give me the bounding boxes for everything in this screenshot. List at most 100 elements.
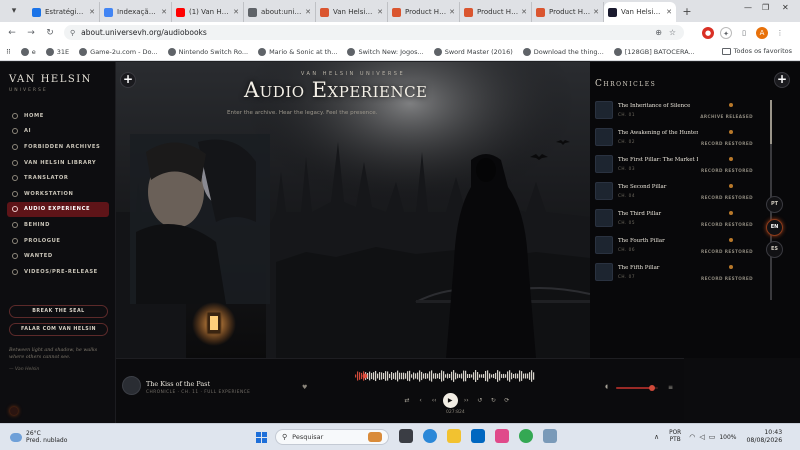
tab-close-icon[interactable]: ✕	[161, 8, 167, 16]
bookmark-item[interactable]: Download the thing...	[522, 47, 604, 56]
language-button-en[interactable]: EN	[766, 219, 783, 236]
language-button-es[interactable]: ES	[766, 241, 783, 258]
chronicle-item[interactable]: The Third Pillar CH. 05 RECORD RESTORED	[595, 208, 755, 235]
chronicle-item[interactable]: The First Pillar: The Market Is N... CH. …	[595, 154, 755, 181]
speaker-icon[interactable]: ◁	[699, 433, 704, 441]
bookmark-item[interactable]: [128GB] BATOCERA...	[613, 47, 695, 56]
sidebar-item-van-helsin-library[interactable]: VAN HELSIN LIBRARY	[7, 155, 109, 171]
shuffle-icon[interactable]: ⇄	[402, 397, 412, 404]
sidebar-item-prologue[interactable]: PROLOGUE	[7, 233, 109, 249]
extension-icon[interactable]: ●	[702, 26, 714, 39]
tab-close-icon[interactable]: ✕	[305, 8, 311, 16]
add-chronicle-button[interactable]: +	[774, 72, 790, 88]
store-icon[interactable]	[495, 429, 509, 443]
new-tab-button[interactable]: +	[680, 2, 694, 22]
bookmark-item[interactable]: e	[20, 47, 36, 56]
browser-tab[interactable]: (1) Van Helsin✕	[172, 2, 244, 22]
tab-close-icon[interactable]: ✕	[89, 8, 95, 16]
sidebar-item-home[interactable]: HOME	[7, 108, 109, 124]
taskbar-search[interactable]: ⚲ Pesquisar	[275, 429, 389, 445]
profile-avatar[interactable]: A	[756, 26, 768, 39]
language-button-pt[interactable]: PT	[766, 196, 783, 213]
volume-icon[interactable]: ◖	[605, 384, 608, 390]
forward-icon[interactable]: →	[24, 26, 38, 40]
bookmark-star-icon[interactable]: ☆	[669, 28, 676, 37]
sidebar-item-forbidden-archives[interactable]: FORBIDDEN ARCHIVES	[7, 139, 109, 155]
replay-icon[interactable]: ↺	[475, 397, 485, 404]
chrome-icon[interactable]	[519, 429, 533, 443]
sidebar-item-ai[interactable]: AI	[7, 124, 109, 140]
edge-icon[interactable]	[423, 429, 437, 443]
skip-icon[interactable]: ↻	[488, 397, 498, 404]
break-seal-button[interactable]: BREAK THE SEAL	[9, 305, 108, 318]
tab-close-icon[interactable]: ✕	[593, 8, 599, 16]
chronicle-item[interactable]: The Inheritance of Silence CH. 01 ARCHIVE …	[595, 100, 755, 127]
tray-caret-icon[interactable]: ∧	[654, 433, 659, 441]
browser-tab[interactable]: Van Helsin. V ✕	[316, 2, 388, 22]
bookmark-item[interactable]: Sword Master (2016)	[433, 47, 513, 56]
tab-close-icon[interactable]: ✕	[666, 8, 672, 16]
tab-close-icon[interactable]: ✕	[521, 8, 527, 16]
sidebar-item-videos-pre-release[interactable]: VIDEOS/PRE-RELEASE	[7, 264, 109, 280]
queue-icon[interactable]: ≡	[668, 384, 673, 391]
all-bookmarks[interactable]: Todos os favoritos	[721, 47, 792, 55]
maximize-icon[interactable]: ❐	[762, 3, 769, 12]
scrollbar-thumb[interactable]	[770, 100, 772, 144]
back-icon[interactable]: ←	[5, 26, 19, 40]
browser-tab[interactable]: Product Hunt ✕	[460, 2, 532, 22]
apps-icon[interactable]: ⠿	[6, 48, 11, 56]
menu-dots-icon[interactable]: ⋮	[774, 26, 786, 39]
chronicle-item[interactable]: The Fourth Pillar CH. 06 RECORD RESTORED	[595, 235, 755, 262]
volume-knob[interactable]	[648, 385, 655, 391]
browser-tab[interactable]: Product Hunt ✕	[388, 2, 460, 22]
sidepanel-icon[interactable]: ▯	[738, 26, 750, 39]
play-button[interactable]: ▶	[442, 392, 458, 408]
puzzle-icon[interactable]: ✦	[720, 26, 732, 39]
file-explorer-icon[interactable]	[447, 429, 461, 443]
bookmark-item[interactable]: Game-2u.com - Do...	[79, 47, 158, 56]
sidebar-item-wanted[interactable]: WANTED	[7, 248, 109, 264]
chronicle-item[interactable]: The Second Pillar CH. 04 RECORD RESTORED	[595, 181, 755, 208]
browser-tab[interactable]: about:univers✕	[244, 2, 316, 22]
task-view-icon[interactable]	[399, 429, 413, 443]
bookmark-item[interactable]: Nintendo Switch Ro...	[167, 47, 248, 56]
browser-tab[interactable]: Estratégia de ✕	[28, 2, 100, 22]
volume-slider[interactable]	[616, 385, 658, 391]
chronicle-item[interactable]: The Fifth Pillar CH. 07 RECORD RESTORED	[595, 262, 755, 289]
repeat-icon[interactable]: ⟳	[502, 397, 512, 404]
tab-search-icon[interactable]: ▾	[6, 4, 22, 18]
tab-close-icon[interactable]: ✕	[377, 8, 383, 16]
address-bar[interactable]: ⚲ about.universevh.org/audiobooks ☆ ⊕	[64, 25, 684, 40]
clock[interactable]: 10:43 08/08/2026	[747, 429, 783, 445]
battery-icon[interactable]: ▭	[709, 433, 716, 441]
chronicle-item[interactable]: The Awakening of the Hunter CH. 02 RECORD …	[595, 127, 755, 154]
browser-tab[interactable]: Product Hunt ✕	[532, 2, 604, 22]
app-icon[interactable]	[543, 429, 557, 443]
zoom-icon[interactable]: ⊕	[655, 28, 662, 37]
waveform-scrubber[interactable]	[355, 367, 535, 385]
sidebar-item-translator[interactable]: TRANSLATOR	[7, 170, 109, 186]
bookmark-item[interactable]: 31E	[45, 47, 69, 56]
browser-tab[interactable]: Indexação de✕	[100, 2, 172, 22]
windows-start-icon[interactable]	[256, 432, 267, 443]
previous-icon[interactable]: ‹	[416, 397, 426, 404]
site-logo[interactable]: VAN HELSIN	[9, 74, 92, 85]
bookmark-item[interactable]: Mario & Sonic at th...	[258, 47, 337, 56]
sidebar-item-audio-experience[interactable]: AUDIO EXPERIENCE	[7, 201, 109, 218]
tab-close-icon[interactable]: ✕	[449, 8, 455, 16]
reload-icon[interactable]: ↻	[43, 26, 57, 40]
weather-widget[interactable]: 26°C Pred. nublado	[10, 430, 67, 444]
waveform-playhead[interactable]	[362, 373, 368, 379]
tab-close-icon[interactable]: ✕	[233, 8, 239, 16]
sidebar-item-workstation[interactable]: WORKSTATION	[7, 186, 109, 202]
sidebar-item-behind[interactable]: BEHIND	[7, 217, 109, 233]
browser-tab[interactable]: Van Helsin. C ✕	[604, 2, 676, 22]
input-language[interactable]: POR PTB	[669, 430, 681, 444]
contact-button[interactable]: FALAR COM VAN HELSIN	[9, 323, 108, 336]
rewind-icon[interactable]: ‹‹	[429, 397, 439, 404]
heart-icon[interactable]: ♥	[302, 384, 307, 391]
bookmark-item[interactable]: Switch New: Jogos...	[347, 47, 424, 56]
close-window-icon[interactable]: ✕	[782, 3, 789, 12]
site-info-icon[interactable]: ⚲	[70, 29, 75, 37]
forward-icon[interactable]: ››	[461, 397, 471, 404]
